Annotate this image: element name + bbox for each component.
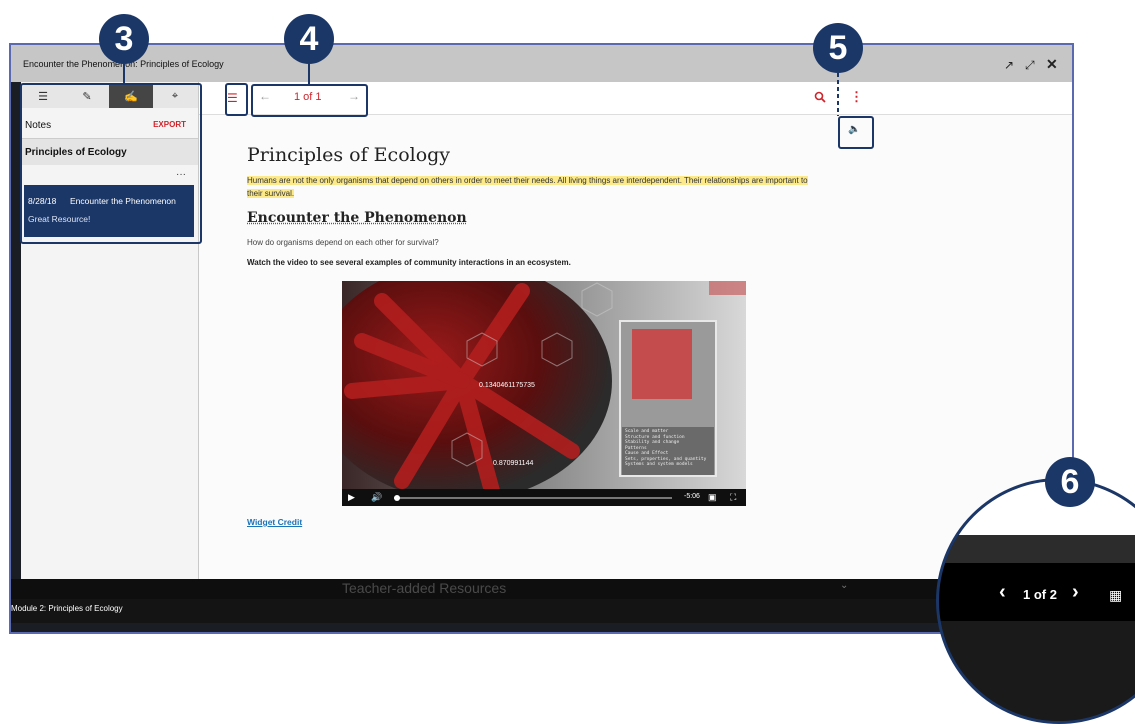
zoom-top-strip xyxy=(939,535,1135,563)
callout-badge-4: 4 xyxy=(284,14,334,64)
callout-badge-3: 3 xyxy=(99,14,149,64)
zoom-bottom-area xyxy=(939,621,1135,721)
zoom-next-icon[interactable]: › xyxy=(1072,581,1079,604)
callout-badge-5: 5 xyxy=(813,23,863,73)
zoom-pager-bar: ‹ 1 of 2 › ▦ xyxy=(939,563,1135,621)
zoom-page-indicator: 1 of 2 xyxy=(1023,587,1057,602)
zoom-prev-icon[interactable]: ‹ xyxy=(999,581,1006,604)
zoom-white-area xyxy=(939,481,1135,535)
grid-menu-icon[interactable]: ▦ xyxy=(1109,587,1122,604)
zoom-magnifier: ‹ 1 of 2 › ▦ xyxy=(936,478,1135,724)
callout-badge-6: 6 xyxy=(1045,457,1095,507)
